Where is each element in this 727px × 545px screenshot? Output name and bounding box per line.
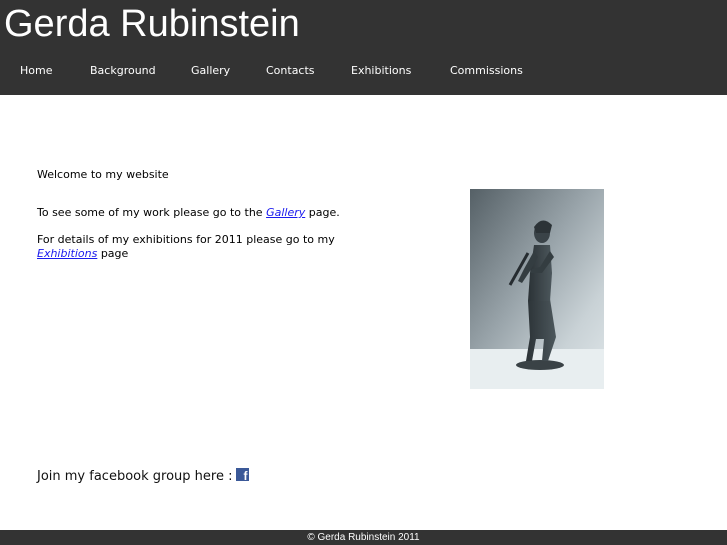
nav-item-home[interactable]: Home (20, 64, 52, 78)
nav-item-background[interactable]: Background (90, 64, 156, 78)
copyright-text: © Gerda Rubinstein 2011 (307, 532, 420, 543)
exhibitions-paragraph: For details of my exhibitions for 2011 p… (37, 233, 397, 261)
nav-item-contacts[interactable]: Contacts (266, 64, 315, 78)
gallery-text-before: To see some of my work please go to the (37, 206, 267, 219)
facebook-section: Join my facebook group here :f (37, 468, 250, 486)
exhibitions-text-before: For details of my exhibitions for 2011 p… (37, 233, 335, 246)
nav-item-gallery[interactable]: Gallery (191, 64, 230, 78)
nav-item-commissions[interactable]: Commissions (450, 64, 523, 78)
facebook-icon[interactable]: f (236, 468, 250, 482)
site-header: Gerda Rubinstein Home Background Gallery… (0, 0, 727, 95)
site-title: Gerda Rubinstein (4, 3, 300, 45)
gallery-text-after: page. (305, 206, 340, 219)
main-nav: Home Background Gallery Contacts Exhibit… (0, 64, 727, 80)
gallery-link[interactable]: Gallery (266, 206, 305, 219)
welcome-text: Welcome to my website (37, 168, 169, 181)
exhibitions-link[interactable]: Exhibitions (37, 247, 97, 260)
exhibitions-text-after: page (97, 247, 129, 260)
sculpture-photo (470, 189, 604, 389)
nav-item-exhibitions[interactable]: Exhibitions (351, 64, 411, 78)
gallery-paragraph: To see some of my work please go to the … (37, 206, 340, 220)
site-footer: © Gerda Rubinstein 2011 (0, 530, 727, 545)
facebook-text: Join my facebook group here : (37, 469, 233, 484)
